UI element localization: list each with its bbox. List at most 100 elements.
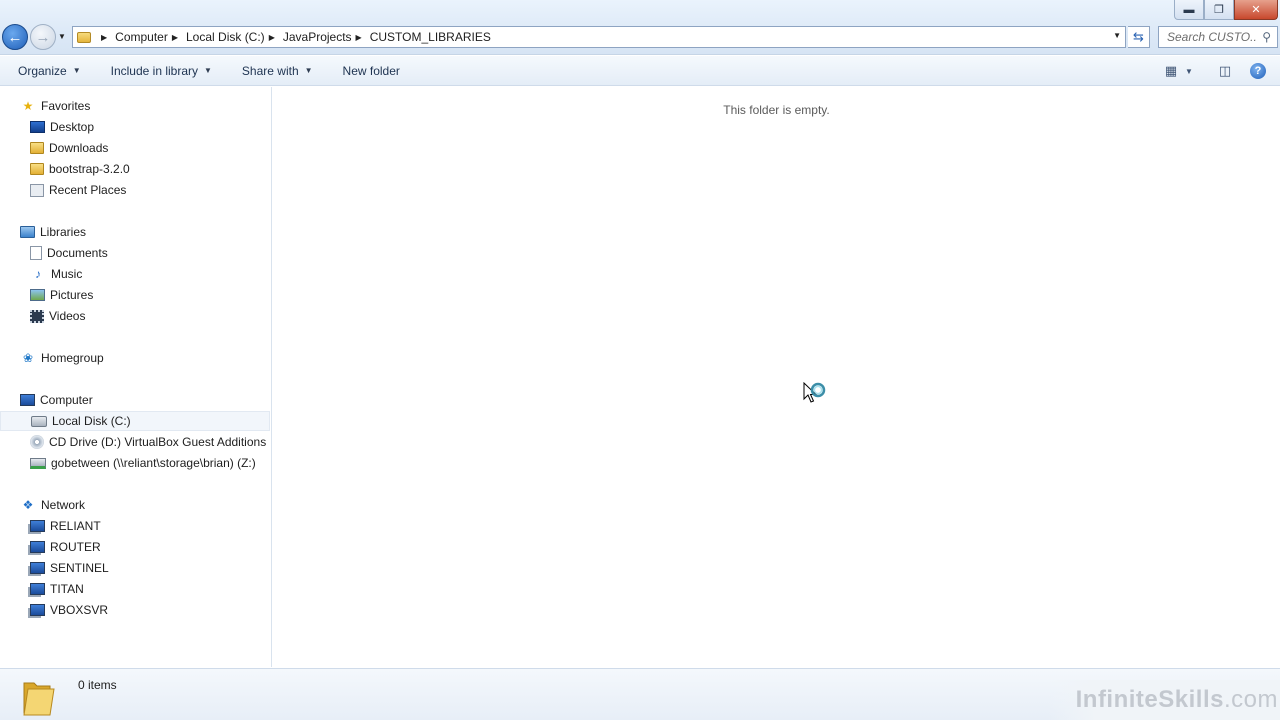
nav-item-router[interactable]: ROUTER bbox=[0, 537, 270, 557]
recent-pages-dropdown[interactable]: ▼ bbox=[58, 32, 66, 41]
nav-label: Computer bbox=[40, 393, 93, 407]
breadcrumb-item[interactable]: CUSTOM_LIBRARIES bbox=[370, 30, 491, 44]
new-folder-button[interactable]: New folder bbox=[343, 64, 400, 78]
refresh-button[interactable]: ⇆ bbox=[1128, 26, 1150, 48]
folder-icon bbox=[30, 163, 44, 175]
nav-item-local-disk[interactable]: Local Disk (C:) bbox=[0, 411, 270, 431]
nav-item-desktop[interactable]: Desktop bbox=[0, 117, 270, 137]
watermark-brand: InfiniteSkills bbox=[1075, 686, 1224, 713]
organize-label: Organize bbox=[18, 63, 67, 78]
nav-item-titan[interactable]: TITAN bbox=[0, 579, 270, 599]
chevron-right-icon[interactable]: ▶ bbox=[356, 33, 362, 42]
cd-drive-icon bbox=[30, 435, 44, 449]
nav-item-reliant[interactable]: RELIANT bbox=[0, 516, 270, 536]
chevron-right-icon[interactable]: ▶ bbox=[172, 33, 178, 42]
organize-menu[interactable]: Organize ▼ bbox=[18, 64, 81, 78]
details-pane: 0 items InfiniteSkills .com bbox=[0, 668, 1280, 720]
breadcrumb-item[interactable]: Local Disk (C:) ▶ bbox=[186, 30, 283, 44]
nav-label: SENTINEL bbox=[50, 561, 109, 575]
nav-item-documents[interactable]: Documents bbox=[0, 243, 270, 263]
include-in-library-label: Include in library bbox=[110, 63, 198, 78]
nav-item-sentinel[interactable]: SENTINEL bbox=[0, 558, 270, 578]
include-in-library-menu[interactable]: Include in library ▼ bbox=[111, 64, 212, 78]
nav-label: VBOXSVR bbox=[50, 603, 109, 617]
address-bar[interactable]: ▶ Computer ▶ Local Disk (C:) ▶ JavaProje… bbox=[72, 26, 1126, 48]
nav-libraries[interactable]: Libraries bbox=[0, 222, 270, 242]
window-controls: ▬ ❐ ✕ bbox=[1174, 0, 1278, 20]
nav-label: Documents bbox=[47, 246, 108, 260]
address-dropdown-button[interactable]: ▼ bbox=[1113, 31, 1121, 40]
nav-label: Local Disk (C:) bbox=[52, 414, 131, 428]
arrow-right-icon: → bbox=[35, 28, 51, 46]
nav-computer[interactable]: Computer bbox=[0, 390, 270, 410]
nav-item-downloads[interactable]: Downloads bbox=[0, 138, 270, 158]
preview-pane-button[interactable]: ◫ bbox=[1214, 60, 1236, 82]
folder-large-icon bbox=[23, 682, 55, 716]
nav-item-videos[interactable]: Videos bbox=[0, 306, 270, 326]
nav-item-cd-drive[interactable]: CD Drive (D:) VirtualBox Guest Additions bbox=[0, 432, 270, 452]
network-computer-icon bbox=[30, 520, 45, 532]
nav-item-bootstrap[interactable]: bootstrap-3.2.0 bbox=[0, 159, 270, 179]
busy-cursor-icon bbox=[803, 382, 826, 403]
nav-label: Recent Places bbox=[49, 183, 127, 197]
search-box[interactable]: ⚲ bbox=[1158, 26, 1278, 48]
nav-network[interactable]: ❖ Network bbox=[0, 495, 270, 515]
empty-folder-message: This folder is empty. bbox=[723, 103, 830, 117]
item-count: 0 items bbox=[78, 678, 117, 692]
nav-label: Network bbox=[41, 498, 86, 512]
share-with-label: Share with bbox=[241, 63, 299, 78]
nav-label: bootstrap-3.2.0 bbox=[49, 162, 130, 176]
breadcrumb-computer[interactable]: Computer bbox=[115, 30, 168, 44]
nav-label: ROUTER bbox=[50, 540, 101, 554]
computer-icon bbox=[20, 394, 35, 406]
watermark-suffix: .com bbox=[1223, 686, 1278, 713]
new-folder-label: New folder bbox=[342, 63, 400, 78]
breadcrumb-item[interactable]: JavaProjects ▶ bbox=[283, 30, 370, 44]
network-computer-icon bbox=[30, 562, 45, 574]
music-note-icon: ♪ bbox=[35, 267, 41, 281]
nav-item-recent-places[interactable]: Recent Places bbox=[0, 180, 270, 200]
view-controls: ▦ ▼ ◫ ? bbox=[1160, 56, 1280, 86]
forward-button[interactable]: → bbox=[30, 24, 56, 50]
nav-homegroup[interactable]: ❀ Homegroup bbox=[0, 348, 270, 368]
file-list-pane[interactable]: This folder is empty. bbox=[273, 87, 1280, 667]
network-computer-icon bbox=[30, 583, 45, 595]
breadcrumb-javaprojects[interactable]: JavaProjects bbox=[283, 30, 352, 44]
preview-pane-icon: ◫ bbox=[1218, 63, 1232, 78]
breadcrumb-local-disk[interactable]: Local Disk (C:) bbox=[186, 30, 265, 44]
nav-label: Homegroup bbox=[41, 351, 104, 365]
nav-label: Downloads bbox=[49, 141, 109, 155]
chevron-right-icon[interactable]: ▶ bbox=[269, 33, 275, 42]
nav-favorites[interactable]: ★ Favorites bbox=[0, 96, 270, 116]
maximize-button[interactable]: ❐ bbox=[1204, 0, 1234, 20]
nav-label: CD Drive (D:) VirtualBox Guest Additions bbox=[49, 435, 267, 449]
search-icon[interactable]: ⚲ bbox=[1262, 30, 1271, 44]
close-button[interactable]: ✕ bbox=[1234, 0, 1278, 20]
nav-item-network-drive[interactable]: gobetween (\\reliant\storage\brian) (Z:) bbox=[0, 453, 270, 473]
share-with-menu[interactable]: Share with ▼ bbox=[242, 64, 313, 78]
nav-label: TITAN bbox=[50, 582, 84, 596]
nav-item-music[interactable]: ♪ Music bbox=[0, 264, 270, 284]
minimize-button[interactable]: ▬ bbox=[1174, 0, 1204, 20]
nav-label: Videos bbox=[49, 309, 86, 323]
network-drive-icon bbox=[30, 457, 46, 469]
back-button[interactable]: ← bbox=[2, 24, 28, 50]
view-grid-icon: ▦ bbox=[1164, 63, 1178, 78]
downloads-folder-icon bbox=[30, 142, 44, 154]
help-button[interactable]: ? bbox=[1250, 63, 1266, 79]
chevron-down-icon: ▼ bbox=[1185, 66, 1193, 76]
arrow-left-icon: ← bbox=[7, 28, 23, 46]
view-options-dropdown[interactable]: ▼ bbox=[1182, 60, 1196, 82]
network-computer-icon bbox=[30, 604, 45, 616]
pictures-icon bbox=[30, 289, 45, 301]
breadcrumb-custom-libraries[interactable]: CUSTOM_LIBRARIES bbox=[370, 30, 491, 44]
nav-label: RELIANT bbox=[50, 519, 101, 533]
chevron-down-icon: ▼ bbox=[304, 66, 313, 75]
chevron-down-icon: ▼ bbox=[72, 66, 81, 75]
breadcrumb-item[interactable]: Computer ▶ bbox=[115, 30, 186, 44]
search-input[interactable] bbox=[1167, 30, 1257, 44]
change-view-button[interactable]: ▦ bbox=[1160, 60, 1182, 82]
breadcrumb-root-arrow[interactable]: ▶ bbox=[97, 33, 115, 42]
nav-item-vboxsvr[interactable]: VBOXSVR bbox=[0, 600, 270, 620]
nav-item-pictures[interactable]: Pictures bbox=[0, 285, 270, 305]
